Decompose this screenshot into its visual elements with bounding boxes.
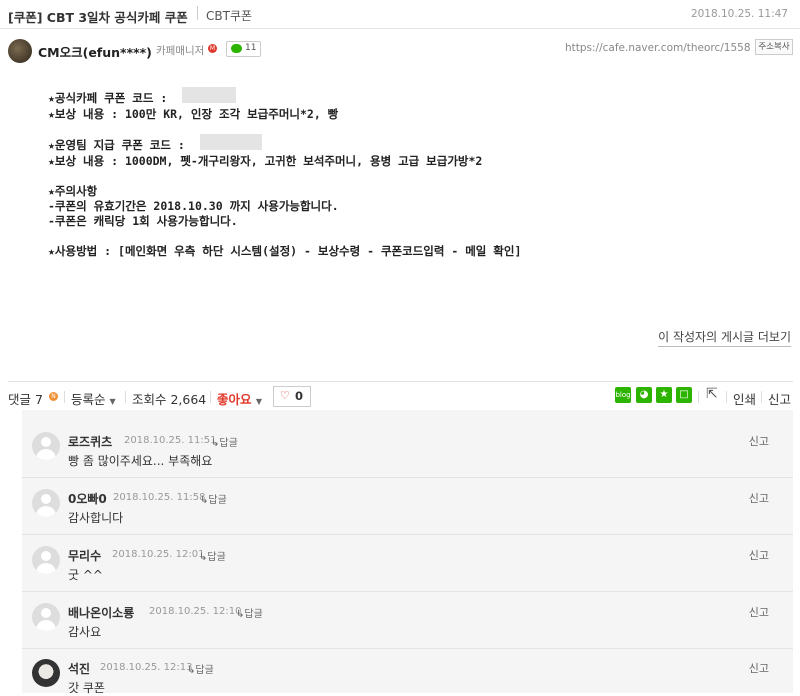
comment-bubble-icon xyxy=(231,44,242,53)
author-role: 카페매니저 xyxy=(156,45,205,57)
comment-author[interactable]: 배나온이소룡 xyxy=(68,604,134,621)
comment-time: 2018.10.25. 12:01 xyxy=(112,549,205,560)
comment-time: 2018.10.25. 11:51 xyxy=(124,435,217,446)
share-star-icon[interactable]: ★ xyxy=(656,387,672,403)
comment-count: 11 xyxy=(245,43,257,53)
divider xyxy=(197,6,198,20)
post-line: ★보상 내용 : 100만 KR, 인장 조각 보급주머니*2, 빵 xyxy=(48,107,339,121)
sort-label: 등록순 xyxy=(71,392,106,407)
manager-badge-icon: M xyxy=(208,44,217,53)
divider xyxy=(726,391,727,403)
comment-report-button[interactable]: 신고 xyxy=(749,660,769,676)
comment-time: 2018.10.25. 11:58 xyxy=(113,492,206,503)
category-link[interactable]: CBT쿠폰 xyxy=(206,7,252,24)
divider xyxy=(22,477,793,478)
copy-url-button[interactable]: 주소복사 xyxy=(755,39,793,55)
caret-down-icon: ▼ xyxy=(255,397,263,406)
view-count: 조회수 2,664 xyxy=(132,392,207,407)
comment-author[interactable]: 석진 xyxy=(68,660,90,677)
share-export-icon[interactable]: ⇱ xyxy=(706,386,718,402)
reply-button[interactable]: ↳답글 xyxy=(199,548,226,563)
divider xyxy=(22,591,793,592)
comments-toggle[interactable]: 댓글 7 xyxy=(8,389,43,408)
post-line: ★운영팀 지급 쿠폰 코드 : xyxy=(48,138,185,152)
new-badge-icon: N xyxy=(49,392,58,401)
comment-text: 감사합니다 xyxy=(68,511,124,525)
post-url: https://cafe.naver.com/theorc/1558 xyxy=(565,42,751,54)
divider xyxy=(22,648,793,649)
share-blog-icon[interactable]: blog xyxy=(615,387,631,403)
commenter-avatar[interactable] xyxy=(32,546,60,574)
like-label: 좋아요 xyxy=(217,392,252,407)
post-line: -쿠폰의 유효기간은 2018.10.30 까지 사용가능합니다. xyxy=(48,199,339,213)
post-title: [쿠폰] CBT 3일차 공식카페 쿠폰 xyxy=(8,10,188,25)
reply-button[interactable]: ↳답글 xyxy=(211,434,238,449)
comment-author[interactable]: 로즈퀴츠 xyxy=(68,433,112,450)
redacted-coupon-code xyxy=(200,134,262,150)
print-button[interactable]: 인쇄 xyxy=(733,389,756,408)
post-line: ★사용방법 : [메인화면 우측 하단 시스템(설정) - 보상수령 - 쿠폰코… xyxy=(48,244,522,258)
like-dropdown[interactable]: 좋아요 ▼ xyxy=(217,389,262,408)
reply-button[interactable]: ↳답글 xyxy=(236,605,263,620)
post-line: -쿠폰은 캐릭당 1회 사용가능합니다. xyxy=(48,214,238,228)
report-button[interactable]: 신고 xyxy=(768,389,791,408)
comment-report-button[interactable]: 신고 xyxy=(749,547,769,563)
redacted-coupon-code xyxy=(182,87,236,103)
commenter-avatar[interactable] xyxy=(32,489,60,517)
divider xyxy=(64,391,65,403)
comment-text: 빵 좀 많이주세요... 부족해요 xyxy=(68,454,213,468)
author-avatar[interactable] xyxy=(8,39,32,63)
like-button[interactable]: ♡ 0 xyxy=(273,386,311,407)
commenter-avatar[interactable] xyxy=(32,603,60,631)
divider xyxy=(0,28,800,29)
share-cafe-icon[interactable]: ◕ xyxy=(636,387,652,403)
divider xyxy=(8,381,793,382)
like-count: 0 xyxy=(295,389,304,403)
commenter-avatar[interactable] xyxy=(32,432,60,460)
comment-text: 굿 ^^ xyxy=(68,568,103,582)
comment-author[interactable]: 0오빠0 xyxy=(68,490,107,507)
share-keep-icon[interactable]: □ xyxy=(676,387,692,403)
commenter-avatar[interactable] xyxy=(32,659,60,687)
comment-time: 2018.10.25. 12:13 xyxy=(100,662,193,673)
comment-text: 감사요 xyxy=(68,625,102,639)
divider xyxy=(210,391,211,403)
caret-down-icon: ▼ xyxy=(109,397,116,406)
divider xyxy=(761,391,762,403)
comment-report-button[interactable]: 신고 xyxy=(749,604,769,620)
comment-report-button[interactable]: 신고 xyxy=(749,490,769,506)
comment-text: 갓 쿠폰 xyxy=(68,681,105,695)
heart-icon: ♡ xyxy=(280,389,290,402)
post-line: ★보상 내용 : 1000DM, 펫-개구리왕자, 고귀한 보석주머니, 용병 … xyxy=(48,154,483,168)
comment-time: 2018.10.25. 12:10 xyxy=(149,606,242,617)
comment-count-chip[interactable]: 11 xyxy=(226,41,261,57)
divider xyxy=(22,534,793,535)
reply-button[interactable]: ↳답글 xyxy=(187,661,214,676)
comment-author[interactable]: 무리수 xyxy=(68,547,101,564)
post-date: 2018.10.25. 11:47 xyxy=(690,8,788,20)
post-line: ★주의사항 xyxy=(48,184,98,198)
more-posts-link[interactable]: 이 작성자의 게시글 더보기 xyxy=(658,328,791,347)
divider xyxy=(698,391,699,403)
sort-dropdown[interactable]: 등록순 ▼ xyxy=(71,389,116,408)
author-name[interactable]: CM오크(efun****) xyxy=(38,42,152,61)
divider xyxy=(125,391,126,403)
comment-report-button[interactable]: 신고 xyxy=(749,433,769,449)
reply-button[interactable]: ↳답글 xyxy=(200,491,227,506)
post-line: ★공식카페 쿠폰 코드 : xyxy=(48,91,168,105)
